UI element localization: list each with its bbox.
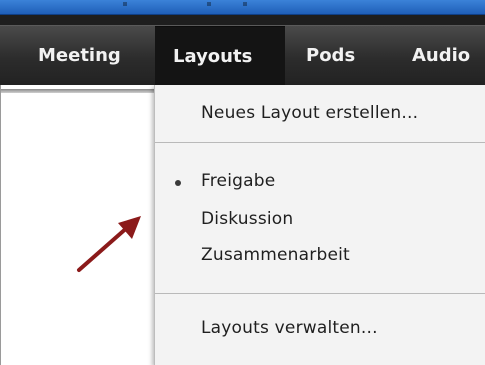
window-top-strip (0, 0, 485, 25)
menu-meeting[interactable]: Meeting (38, 26, 121, 86)
menu-item-layouts-verwalten[interactable]: Layouts verwalten... (201, 318, 378, 338)
menu-audio[interactable]: Audio (412, 26, 470, 86)
arrow-shaft (77, 224, 131, 272)
menu-item-freigabe[interactable]: Freigabe (201, 171, 275, 191)
menu-layouts[interactable]: Layouts (155, 26, 285, 86)
menu-pods[interactable]: Pods (306, 26, 355, 86)
title-bar-dots (115, 2, 315, 6)
arrow-head (118, 216, 141, 239)
dropdown-separator (155, 142, 485, 143)
menu-item-new-layout[interactable]: Neues Layout erstellen... (201, 103, 418, 123)
pane-frame-bar (1, 89, 155, 93)
menu-item-zusammenarbeit[interactable]: Zusammenarbeit (201, 245, 350, 265)
menu-item-diskussion[interactable]: Diskussion (201, 209, 293, 229)
dropdown-separator (155, 293, 485, 294)
main-menubar: Meeting Layouts Pods Audio (0, 25, 485, 86)
pointer-arrow-icon (77, 216, 141, 272)
selected-bullet-icon (175, 180, 181, 186)
title-bar-blue (0, 0, 485, 15)
layouts-dropdown-menu: Neues Layout erstellen... Freigabe Disku… (154, 85, 485, 365)
